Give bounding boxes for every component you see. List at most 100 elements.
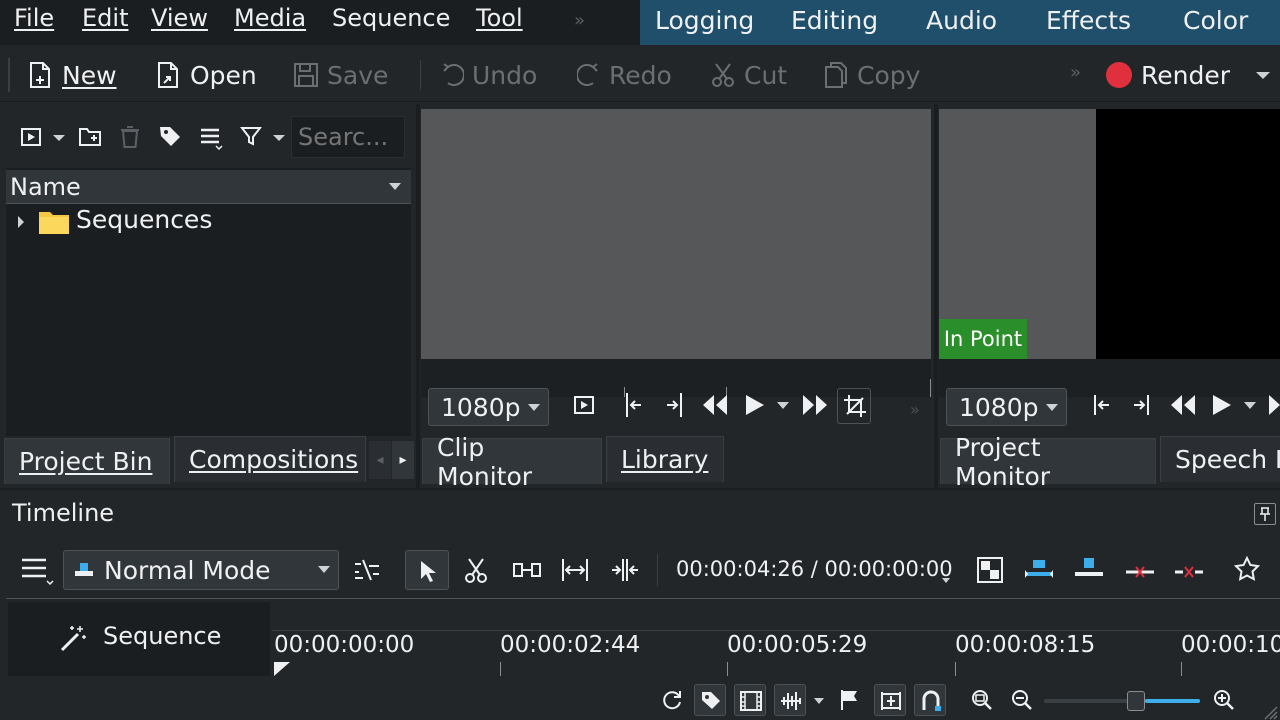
new-folder-icon[interactable]: [78, 124, 102, 148]
insert-clip-icon[interactable]: [1023, 558, 1055, 582]
show-thumbnails-button[interactable]: [734, 684, 766, 716]
lift-icon[interactable]: [1173, 562, 1205, 582]
pin-panel-icon[interactable]: [1254, 503, 1276, 525]
favorite-star-icon[interactable]: [1234, 556, 1260, 582]
menu-view[interactable]: View: [151, 4, 208, 32]
tab-speech-editor[interactable]: Speech I: [1160, 436, 1280, 482]
zoom-slider[interactable]: [1044, 691, 1200, 711]
redo-button[interactable]: Redo: [577, 56, 672, 94]
clip-monitor-video[interactable]: [421, 109, 931, 359]
play-icon[interactable]: [744, 393, 766, 417]
bin-search-input[interactable]: [291, 116, 405, 158]
new-button[interactable]: New: [28, 56, 117, 94]
resize-grip-icon[interactable]: [1264, 706, 1278, 720]
tab-scroll-right-icon[interactable]: ▸: [392, 441, 414, 479]
waveform-dropdown-icon[interactable]: [814, 698, 824, 704]
scissors-icon: [712, 63, 734, 87]
selection-tool-button[interactable]: [405, 550, 449, 590]
zoom-fit-icon[interactable]: [970, 688, 994, 712]
timeline-menu-icon[interactable]: [20, 556, 56, 586]
forward-icon[interactable]: [1268, 393, 1280, 417]
razor-tool-icon[interactable]: [463, 556, 489, 584]
copy-button-label: Copy: [857, 60, 921, 90]
tag-icon[interactable]: [158, 124, 182, 148]
monitor-overlay-icon[interactable]: [573, 394, 595, 416]
save-icon: [294, 63, 318, 87]
tag-icon: [702, 692, 720, 709]
set-out-point-icon[interactable]: [663, 392, 685, 418]
marker-flag-icon[interactable]: [838, 688, 862, 712]
tab-project-bin[interactable]: Project Bin: [4, 438, 170, 484]
tab-library[interactable]: Library: [606, 436, 724, 482]
timeline-ruler[interactable]: 00:00:00:00 00:00:02:44 00:00:05:29 00:0…: [272, 630, 1280, 678]
clip-resolution-select[interactable]: 1080p: [428, 388, 549, 426]
open-button[interactable]: Open: [156, 56, 257, 94]
clip-toolbar-overflow-icon[interactable]: »: [910, 400, 920, 419]
project-monitor-video[interactable]: [1096, 109, 1280, 359]
set-out-point-icon[interactable]: [1130, 394, 1152, 416]
timecode-dropdown-icon[interactable]: [942, 578, 950, 583]
overwrite-clip-icon[interactable]: [1073, 556, 1105, 580]
copy-button[interactable]: Copy: [823, 56, 920, 94]
save-button[interactable]: Save: [293, 56, 388, 94]
project-resolution-select[interactable]: 1080p: [946, 388, 1067, 426]
play-dropdown-icon[interactable]: [777, 402, 789, 409]
menu-file[interactable]: File: [14, 4, 54, 32]
crop-button[interactable]: [837, 388, 871, 424]
toolbar-overflow-icon[interactable]: »: [1070, 62, 1081, 83]
ripple-tool-icon[interactable]: [560, 556, 590, 584]
menu-edit[interactable]: Edit: [82, 4, 128, 32]
menu-tool[interactable]: Tool: [476, 4, 523, 32]
tab-compositions[interactable]: Compositions: [174, 436, 366, 482]
tab-project-monitor[interactable]: Project Monitor: [940, 433, 1156, 491]
expand-arrow-icon[interactable]: [18, 216, 24, 228]
forward-icon[interactable]: [802, 393, 828, 417]
cut-button[interactable]: Cut: [710, 56, 787, 94]
roll-tool-icon[interactable]: [610, 556, 640, 584]
tab-scroll-left-icon[interactable]: ◂: [369, 441, 391, 479]
zoom-slider-handle[interactable]: [1127, 691, 1145, 711]
layout-effects-tab[interactable]: Effects: [1046, 6, 1131, 35]
menu-sequence[interactable]: Sequence: [332, 4, 450, 32]
zoom-in-icon[interactable]: [1212, 688, 1236, 712]
clip-monitor-panel: 1080p » Clip Monitor Library: [420, 104, 934, 491]
layout-logging-tab[interactable]: Logging: [655, 6, 754, 35]
menu-overflow-icon[interactable]: »: [574, 10, 585, 31]
render-button[interactable]: Render: [1106, 56, 1230, 94]
filter-icon[interactable]: [240, 125, 262, 147]
zoom-out-icon[interactable]: [1010, 688, 1034, 712]
undo-button[interactable]: Undo: [440, 56, 537, 94]
magic-wand-icon[interactable]: [58, 624, 88, 654]
layout-color-tab[interactable]: Color: [1183, 6, 1248, 35]
show-tags-button[interactable]: [694, 684, 726, 716]
edit-mode-select[interactable]: Normal Mode: [63, 550, 339, 590]
add-clip-dropdown-icon[interactable]: [53, 135, 65, 141]
bin-column-header[interactable]: Name: [6, 170, 411, 204]
snap-button[interactable]: [914, 684, 946, 716]
rewind-icon[interactable]: [1170, 393, 1196, 417]
spacer-tool-icon[interactable]: [353, 556, 381, 584]
show-audio-waveform-button[interactable]: [774, 684, 806, 716]
add-clip-icon[interactable]: [20, 126, 42, 148]
refresh-icon[interactable]: [660, 688, 684, 712]
timecode-display[interactable]: 00:00:04:26 / 00:00:00:00: [676, 557, 953, 581]
rewind-icon[interactable]: [702, 393, 728, 417]
layout-editing-tab[interactable]: Editing: [791, 6, 878, 35]
set-in-point-icon[interactable]: [1091, 394, 1113, 416]
fit-zoom-button[interactable]: [874, 684, 906, 716]
tab-clip-monitor[interactable]: Clip Monitor: [422, 433, 602, 491]
extract-icon[interactable]: [1124, 562, 1156, 582]
play-icon[interactable]: [1211, 393, 1233, 417]
bin-folder-row[interactable]: Sequences: [6, 204, 411, 240]
slip-tool-icon[interactable]: [512, 558, 542, 582]
delete-icon[interactable]: [119, 125, 141, 149]
view-list-icon[interactable]: [199, 126, 223, 150]
menu-media[interactable]: Media: [234, 4, 306, 32]
play-dropdown-icon[interactable]: [1244, 402, 1256, 409]
render-dropdown-icon[interactable]: [1256, 72, 1270, 79]
playhead-icon[interactable]: [274, 662, 290, 676]
split-view-icon[interactable]: [977, 557, 1003, 583]
layout-audio-tab[interactable]: Audio: [926, 6, 997, 35]
set-in-point-icon[interactable]: [623, 392, 645, 418]
filter-dropdown-icon[interactable]: [273, 135, 285, 141]
